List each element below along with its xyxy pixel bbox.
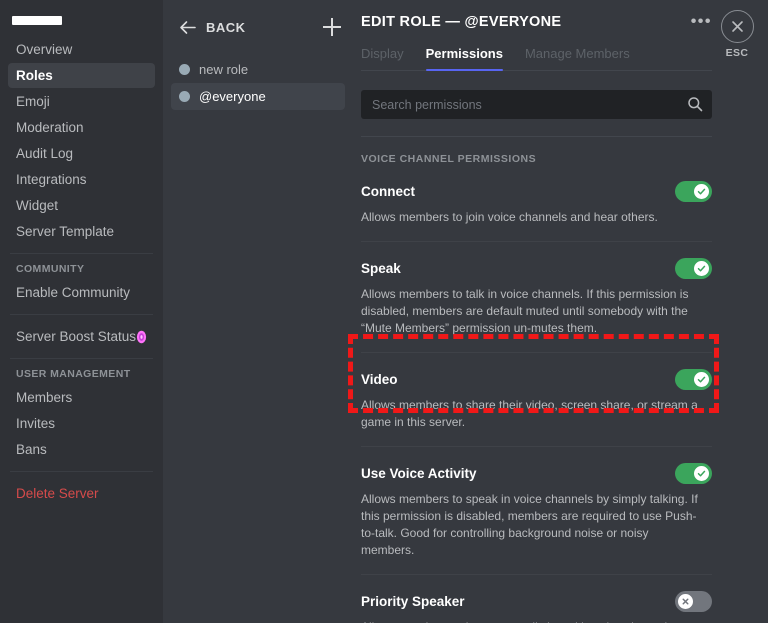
check-icon	[697, 376, 706, 383]
toggle-knob	[694, 261, 709, 276]
role-item-new-role[interactable]: new role	[171, 56, 345, 83]
sidebar-item-members[interactable]: Members	[8, 385, 155, 410]
sidebar-item-label: Server Template	[16, 224, 115, 239]
sidebar-item-emoji[interactable]: Emoji	[8, 89, 155, 114]
check-icon	[697, 265, 706, 272]
search-input[interactable]	[361, 90, 712, 119]
sidebar-section-user-management: USER MANAGEMENT	[16, 368, 131, 380]
sidebar-item-server-template[interactable]: Server Template	[8, 219, 155, 244]
sidebar-item-widget[interactable]: Widget	[8, 193, 155, 218]
permission-row-speak: Speak Allows members to talk in voice ch…	[361, 242, 712, 337]
permission-name: Priority Speaker	[361, 594, 465, 609]
settings-sidebar: Overview Roles Emoji Moderation Audit Lo…	[0, 0, 163, 623]
permission-row-connect: Connect Allows members to join voice cha…	[361, 165, 712, 226]
permission-description: Allows members to share their video, scr…	[361, 398, 698, 429]
role-name: new role	[199, 62, 249, 77]
role-color-dot	[179, 64, 190, 75]
sidebar-section-community: COMMUNITY	[16, 263, 85, 275]
sidebar-item-bans[interactable]: Bans	[8, 437, 155, 462]
close-x-icon[interactable]	[720, 10, 754, 43]
sidebar-item-moderation[interactable]: Moderation	[8, 115, 155, 140]
check-icon	[697, 188, 706, 195]
sidebar-divider	[10, 314, 153, 315]
permission-row-use-voice-activity: Use Voice Activity Allows members to spe…	[361, 447, 712, 559]
close-x-icon	[682, 598, 689, 605]
permission-toggle-speak[interactable]	[675, 258, 712, 279]
permission-name: Video	[361, 372, 398, 387]
permission-name: Use Voice Activity	[361, 466, 477, 481]
sidebar-item-label: Enable Community	[16, 285, 131, 300]
permission-description: Allows members to join voice channels an…	[361, 210, 658, 224]
tab-manage-members[interactable]: Manage Members	[525, 46, 630, 70]
sidebar-item-label: Members	[16, 390, 73, 405]
search-permissions-wrap	[361, 90, 712, 119]
sidebar-divider	[10, 253, 153, 254]
sidebar-item-overview[interactable]: Overview	[8, 37, 155, 62]
check-icon	[697, 470, 706, 477]
server-name-redacted	[12, 16, 62, 25]
tab-bar: Display Permissions Manage Members	[361, 46, 712, 71]
close-modal-button[interactable]: ESC	[716, 10, 758, 59]
page-title: EDIT ROLE — @EVERYONE	[361, 14, 562, 30]
permission-description: Allows members to talk in voice channels…	[361, 287, 689, 335]
esc-label: ESC	[725, 47, 749, 59]
sidebar-item-label: Roles	[16, 68, 53, 83]
tab-permissions[interactable]: Permissions	[425, 46, 504, 71]
more-options-icon[interactable]: •••	[691, 14, 712, 30]
add-role-plus-icon[interactable]	[323, 18, 341, 36]
section-divider	[361, 136, 712, 137]
sidebar-item-enable-community[interactable]: Enable Community	[8, 280, 155, 305]
permission-name: Connect	[361, 184, 415, 199]
permission-description: Allows members to be more easily heard i…	[361, 619, 699, 623]
edit-role-panel: EDIT ROLE — @EVERYONE ••• Display Permis…	[353, 0, 768, 623]
permission-toggle-priority-speaker[interactable]	[675, 591, 712, 612]
role-list: new role @everyone	[163, 56, 353, 110]
role-color-dot	[179, 91, 190, 102]
sidebar-item-server-boost-status[interactable]: Server Boost Status	[8, 324, 155, 349]
permission-toggle-use-voice-activity[interactable]	[675, 463, 712, 484]
page-title-row: EDIT ROLE — @EVERYONE •••	[361, 0, 712, 31]
sidebar-item-roles[interactable]: Roles	[8, 63, 155, 88]
role-item-everyone[interactable]: @everyone	[171, 83, 345, 110]
permission-toggle-connect[interactable]	[675, 181, 712, 202]
sidebar-item-label: Invites	[16, 416, 56, 431]
discord-server-settings: Overview Roles Emoji Moderation Audit Lo…	[0, 0, 768, 623]
sidebar-divider	[10, 471, 153, 472]
back-button-label[interactable]: BACK	[206, 20, 246, 35]
sidebar-item-delete-server[interactable]: Delete Server	[8, 481, 155, 506]
sidebar-item-label: Bans	[16, 442, 47, 457]
sidebar-item-label: Moderation	[16, 120, 84, 135]
role-name: @everyone	[199, 89, 266, 104]
toggle-knob	[694, 184, 709, 199]
permission-description: Allows members to speak in voice channel…	[361, 492, 698, 557]
sidebar-item-invites[interactable]: Invites	[8, 411, 155, 436]
toggle-knob	[694, 372, 709, 387]
sidebar-item-label: Server Boost Status	[16, 329, 137, 344]
sidebar-item-label: Emoji	[16, 94, 50, 109]
sidebar-item-label: Audit Log	[16, 146, 74, 161]
section-header-voice-permissions: VOICE CHANNEL PERMISSIONS	[361, 153, 537, 165]
server-boost-gem-icon	[136, 330, 147, 344]
sidebar-item-label: Widget	[16, 198, 59, 213]
toggle-knob	[678, 594, 693, 609]
roles-panel: BACK new role @everyone	[163, 0, 353, 623]
sidebar-item-audit-log[interactable]: Audit Log	[8, 141, 155, 166]
permission-name: Speak	[361, 261, 401, 276]
permission-row-priority-speaker: Priority Speaker Allows members to be mo…	[361, 575, 712, 623]
roles-panel-header: BACK	[163, 10, 353, 44]
permission-toggle-video[interactable]	[675, 369, 712, 390]
permission-row-video: Video Allows members to share their vide…	[361, 353, 712, 431]
sidebar-item-label: Overview	[16, 42, 73, 57]
sidebar-item-integrations[interactable]: Integrations	[8, 167, 155, 192]
tab-display[interactable]: Display	[361, 46, 404, 70]
toggle-knob	[694, 466, 709, 481]
sidebar-divider	[10, 358, 153, 359]
sidebar-item-label: Delete Server	[16, 486, 99, 501]
back-arrow-icon[interactable]	[179, 19, 196, 36]
sidebar-item-label: Integrations	[16, 172, 87, 187]
